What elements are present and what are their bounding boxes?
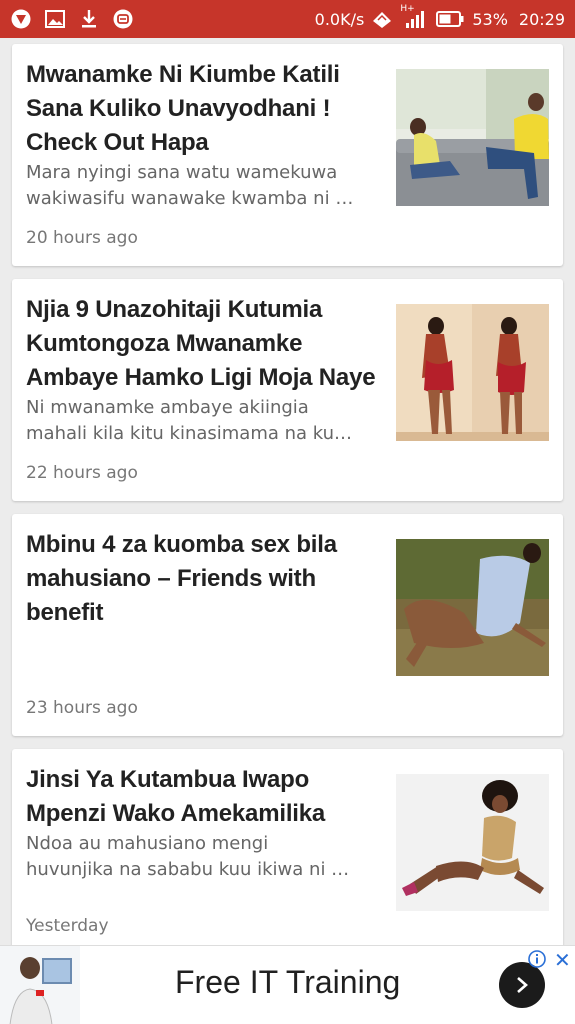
article-time: Yesterday — [26, 916, 109, 936]
battery-icon — [435, 8, 465, 30]
article-thumbnail[interactable] — [396, 69, 549, 206]
article-card[interactable]: Jinsi Ya Kutambua Iwapo Mpenzi Wako Amek… — [12, 749, 563, 954]
signal-icon: H+ — [400, 4, 428, 30]
message-icon — [112, 8, 134, 30]
ad-banner[interactable]: Free IT Training — [0, 945, 575, 1024]
image-icon — [44, 8, 66, 30]
ad-headline[interactable]: Free IT Training — [175, 964, 400, 1001]
article-time: 22 hours ago — [26, 463, 138, 483]
article-excerpt: Mara nyingi sana watu wamekuwa wakiwasif… — [26, 160, 384, 212]
excerpt-line: Ni mwanamke ambaye akiingia — [26, 397, 309, 418]
app-notification-icon — [10, 8, 32, 30]
article-title[interactable]: Mwanamke Ni Kiumbe Katili Sana Kuliko Un… — [26, 58, 384, 160]
article-thumbnail[interactable] — [396, 774, 549, 911]
excerpt-line: wakiwasifu wanawake kwamba ni … — [26, 188, 354, 209]
chevron-right-icon — [517, 977, 528, 993]
article-card[interactable]: Njia 9 Unazohitaji Kutumia Kumtongoza Mw… — [12, 279, 563, 501]
article-card[interactable]: Mbinu 4 za kuomba sex bila mahusiano – F… — [12, 514, 563, 736]
article-feed: Mwanamke Ni Kiumbe Katili Sana Kuliko Un… — [12, 44, 563, 967]
ad-info-icon[interactable] — [528, 950, 546, 973]
battery-percent: 53% — [472, 9, 508, 29]
article-title[interactable]: Mbinu 4 za kuomba sex bila mahusiano – F… — [26, 528, 384, 630]
excerpt-line: mahali kila kitu kinasimama na ku… — [26, 423, 353, 444]
article-title[interactable]: Jinsi Ya Kutambua Iwapo Mpenzi Wako Amek… — [26, 763, 384, 831]
article-time: 23 hours ago — [26, 698, 138, 718]
article-title[interactable]: Njia 9 Unazohitaji Kutumia Kumtongoza Mw… — [26, 293, 384, 395]
clock: 20:29 — [518, 9, 565, 29]
ad-close-icon[interactable]: ✕ — [554, 948, 571, 972]
download-icon — [78, 8, 100, 30]
excerpt-line: huvunjika na sababu kuu ikiwa ni … — [26, 859, 350, 880]
excerpt-line: Mara nyingi sana watu wamekuwa — [26, 162, 338, 183]
net-speed: 0.0K/s — [314, 9, 365, 29]
article-excerpt: Ni mwanamke ambaye akiingia mahali kila … — [26, 395, 384, 447]
article-card[interactable]: Mwanamke Ni Kiumbe Katili Sana Kuliko Un… — [12, 44, 563, 266]
excerpt-line: Ndoa au mahusiano mengi — [26, 833, 269, 854]
article-time: 20 hours ago — [26, 228, 138, 248]
data-transfer-icon — [371, 8, 393, 30]
article-excerpt: Ndoa au mahusiano mengi huvunjika na sab… — [26, 831, 384, 883]
article-thumbnail[interactable] — [396, 539, 549, 676]
network-type-label: H+ — [400, 4, 415, 14]
ad-image[interactable] — [0, 946, 80, 1024]
article-thumbnail[interactable] — [396, 304, 549, 441]
status-bar: 0.0K/s H+ 53% 20:29 — [0, 0, 575, 38]
